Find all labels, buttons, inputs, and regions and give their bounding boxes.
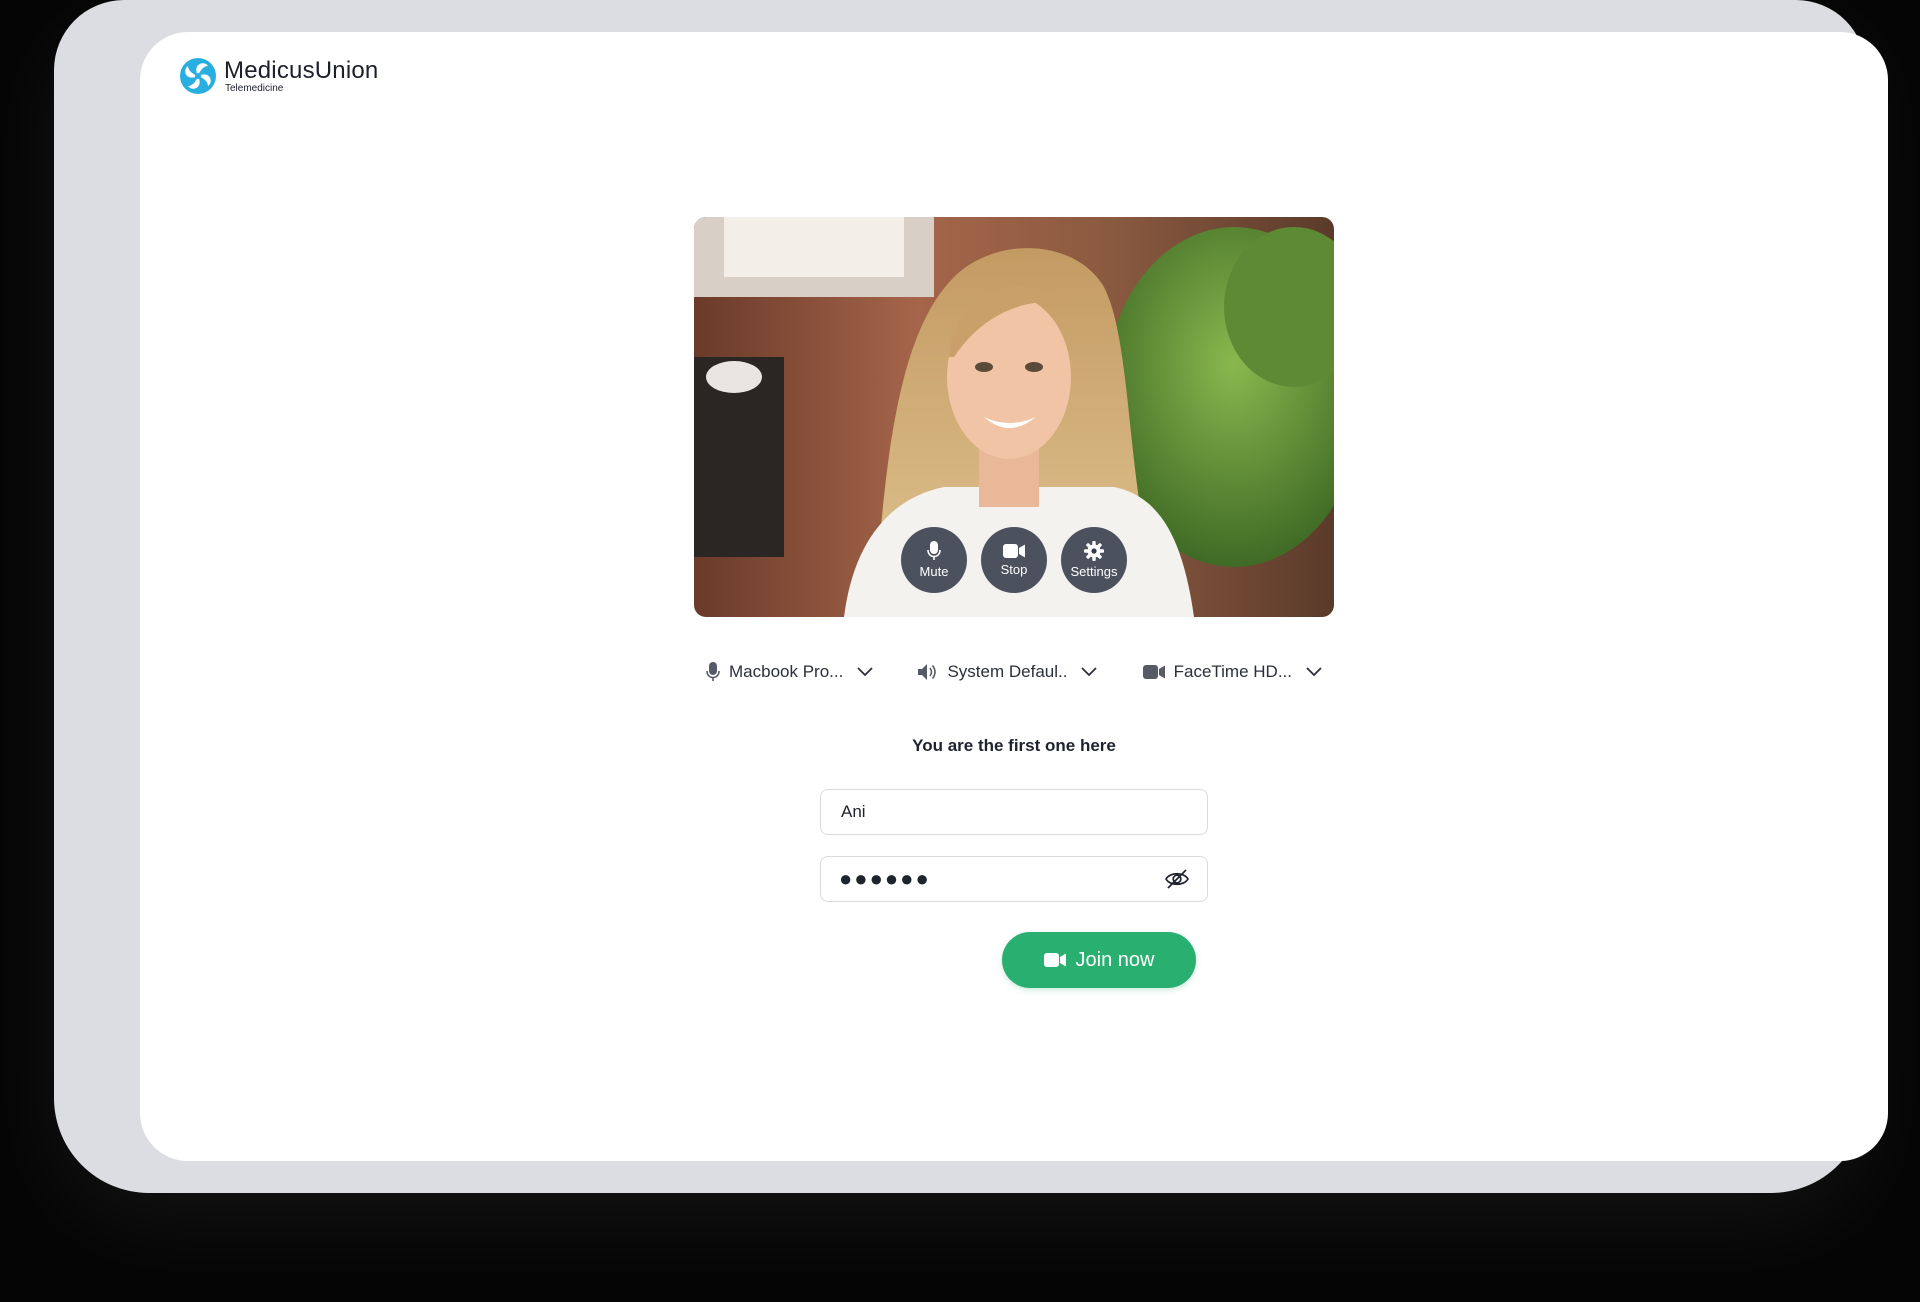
video-camera-icon [1142, 664, 1165, 680]
settings-button[interactable]: Settings [1061, 527, 1127, 593]
speaker-icon [918, 663, 938, 681]
name-input[interactable] [839, 801, 1189, 823]
camera-preview: Mute Stop Settings [694, 217, 1334, 617]
stop-video-button[interactable]: Stop [981, 527, 1047, 593]
speaker-select-label: System Defaul.. [947, 662, 1068, 681]
password-input[interactable]: ●●●●●● [839, 866, 1165, 892]
speaker-select[interactable]: System Defaul.. [906, 658, 1109, 686]
microphone-icon [706, 662, 720, 682]
name-field[interactable] [820, 789, 1208, 835]
video-controls: Mute Stop Settings [694, 527, 1334, 593]
camera-select[interactable]: FaceTime HD... [1131, 658, 1334, 686]
join-now-button[interactable]: Join now [1002, 932, 1196, 988]
app-screen: MedicusUnion Telemedicine Mute Stop Sett… [140, 32, 1888, 1161]
device-frame: MedicusUnion Telemedicine Mute Stop Sett… [54, 0, 1888, 1193]
brand-logo-icon [180, 58, 216, 94]
microphone-select[interactable]: Macbook Pro... [694, 658, 885, 686]
camera-select-label: FaceTime HD... [1173, 662, 1292, 681]
brand-name: MedicusUnion [224, 56, 379, 84]
first-participant-notice: You are the first one here [912, 736, 1116, 755]
mute-label: Mute [919, 564, 949, 579]
stop-label: Stop [1000, 562, 1028, 577]
device-selectors: Macbook Pro... System Defaul.. FaceTime … [694, 658, 1334, 686]
eye-off-icon[interactable] [1165, 869, 1189, 889]
brand-subtitle: Telemedicine [225, 82, 284, 94]
join-now-label: Join now [1075, 948, 1155, 971]
gear-icon [1084, 541, 1104, 561]
video-camera-icon [1003, 544, 1025, 558]
password-field[interactable]: ●●●●●● [820, 856, 1208, 902]
microphone-icon [927, 541, 941, 560]
microphone-select-label: Macbook Pro... [729, 662, 844, 681]
mute-button[interactable]: Mute [901, 527, 967, 593]
chevron-down-icon [857, 667, 873, 677]
video-camera-icon [1043, 953, 1066, 967]
chevron-down-icon [1306, 667, 1322, 677]
settings-label: Settings [1070, 564, 1118, 579]
chevron-down-icon [1081, 667, 1098, 677]
brand-logo[interactable]: MedicusUnion Telemedicine [178, 56, 378, 96]
